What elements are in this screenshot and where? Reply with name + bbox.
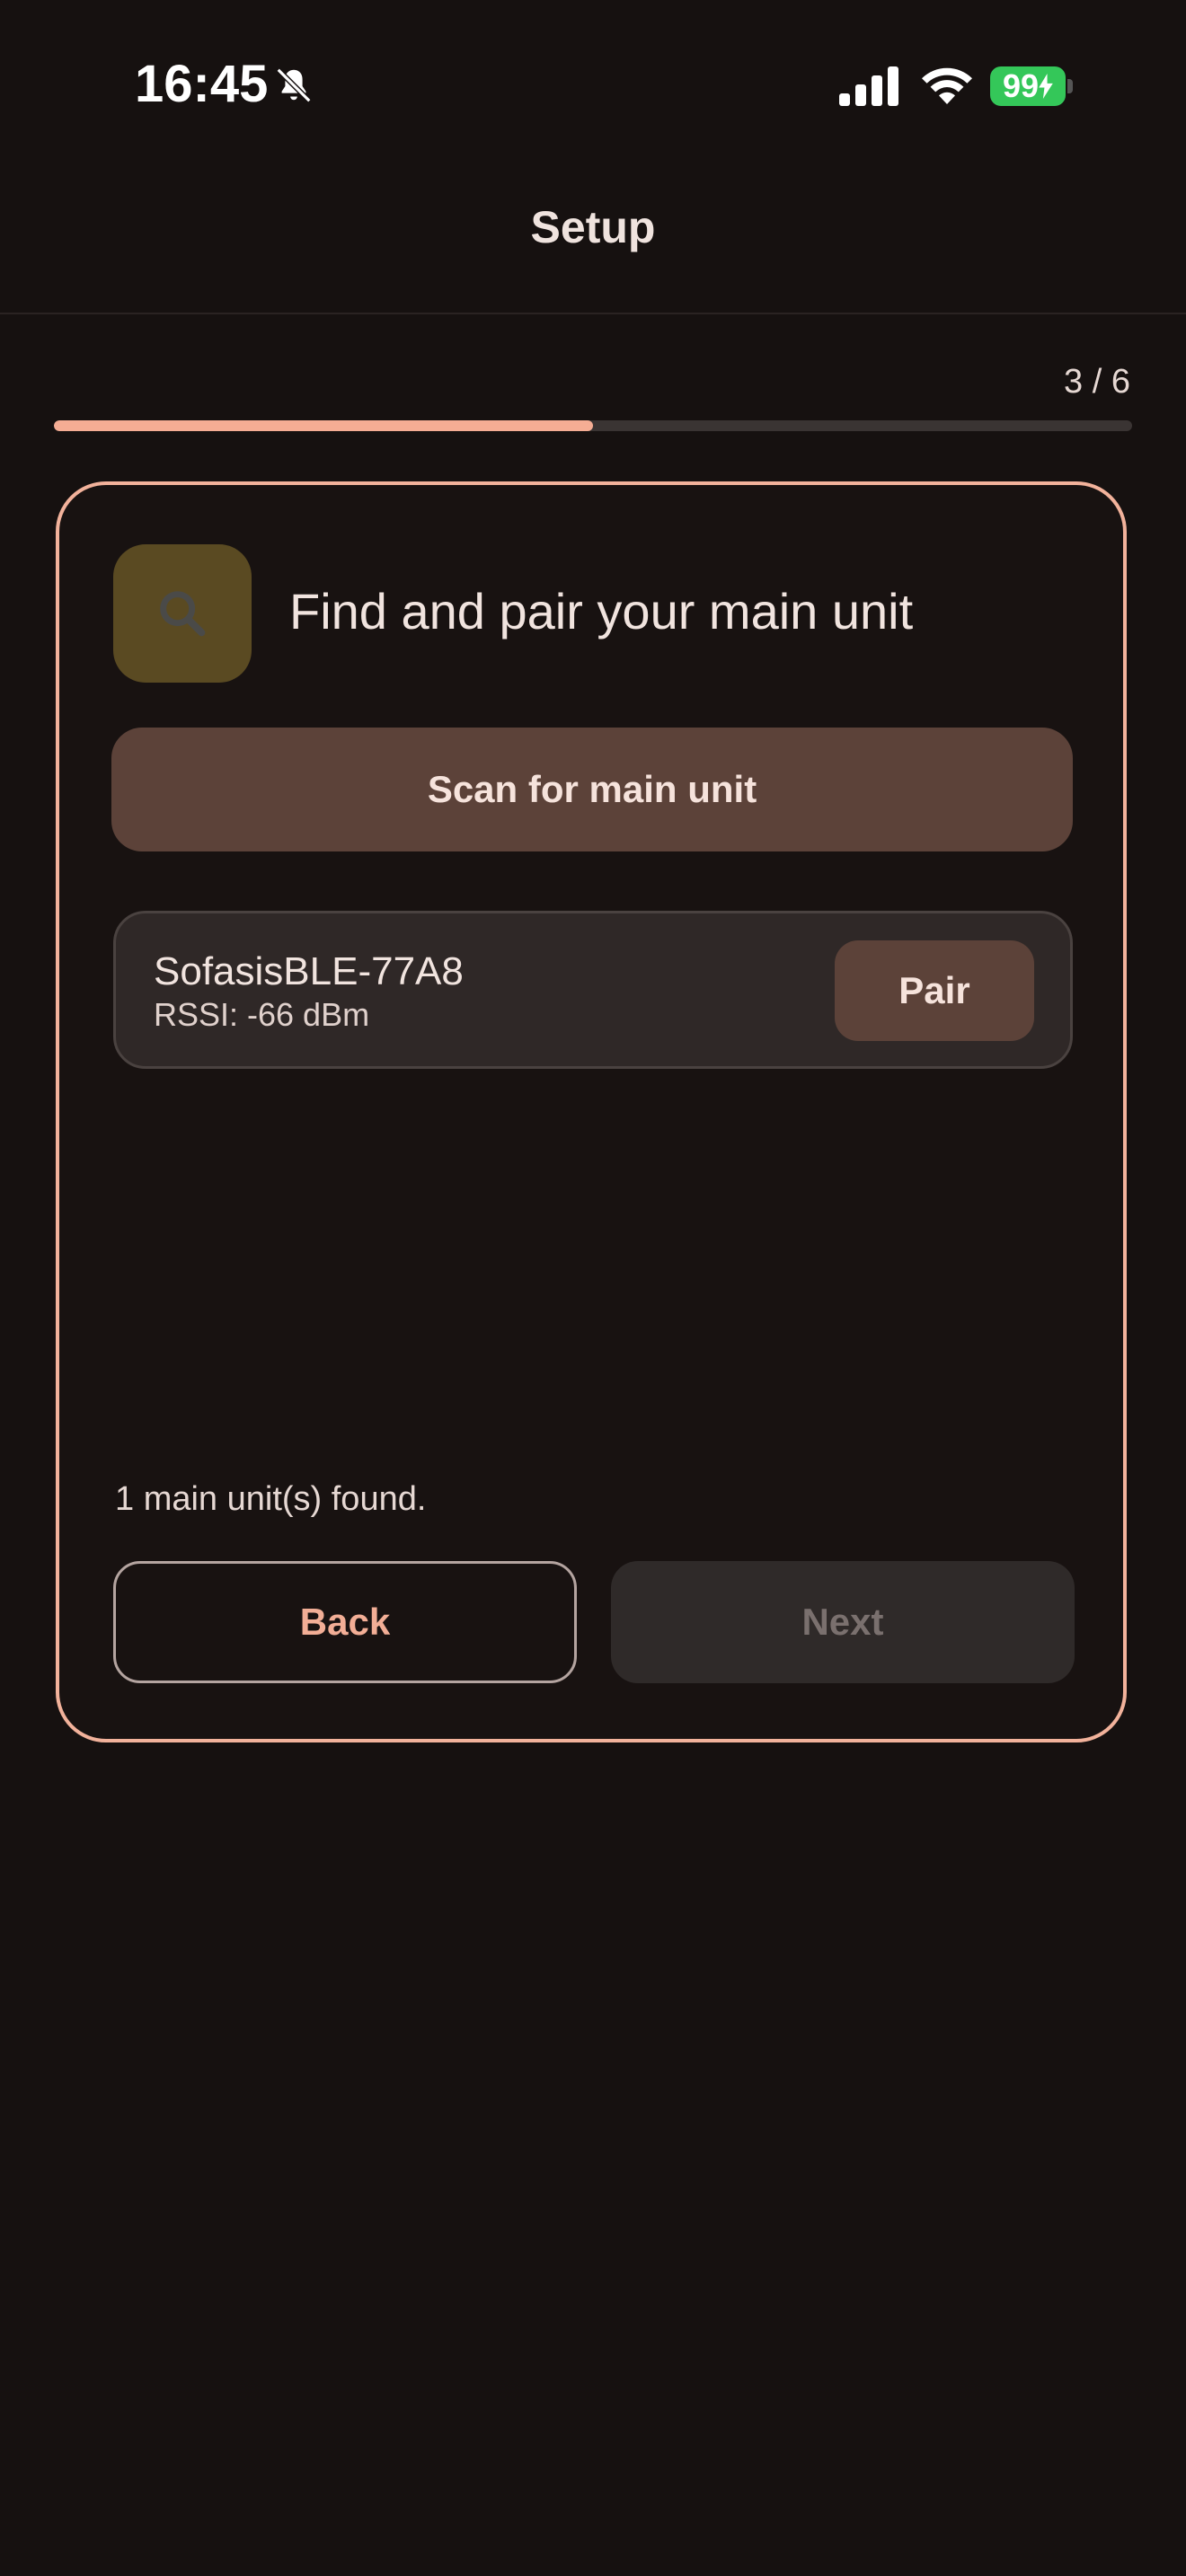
search-icon: [160, 591, 206, 637]
status-bar: 16:45 99: [0, 0, 1186, 171]
device-rssi: RSSI: -66 dBm: [154, 996, 370, 1033]
setup-step-card: Find and pair your main unit Scan for ma…: [56, 481, 1127, 1742]
step-counter: 3 / 6: [1064, 363, 1130, 401]
page-title: Setup: [530, 202, 656, 252]
progress-bar-fill: [54, 420, 593, 431]
charging-bolt-icon: [1039, 74, 1053, 99]
back-button[interactable]: Back: [113, 1561, 577, 1683]
status-time: 16:45: [135, 55, 269, 113]
next-button[interactable]: Next: [611, 1561, 1075, 1683]
battery-cap: [1067, 79, 1073, 93]
device-list-item: SofasisBLE-77A8 RSSI: -66 dBm Pair: [113, 911, 1073, 1069]
device-name: SofasisBLE-77A8: [154, 949, 464, 993]
wifi-icon: [922, 67, 972, 104]
battery-percent: 99: [1002, 67, 1040, 104]
battery-indicator: 99: [990, 66, 1073, 106]
step-icon-box: [113, 544, 252, 683]
pair-button[interactable]: Pair: [835, 940, 1034, 1041]
step-title: Find and pair your main unit: [289, 583, 914, 640]
cellular-signal-icon: [839, 66, 898, 106]
battery-level: 99: [990, 66, 1066, 106]
scan-button[interactable]: Scan for main unit: [111, 728, 1073, 851]
progress-bar: [54, 420, 1132, 431]
app-header: Setup: [0, 171, 1186, 314]
found-count-text: 1 main unit(s) found.: [115, 1480, 427, 1518]
bell-muted-icon: [276, 67, 312, 103]
